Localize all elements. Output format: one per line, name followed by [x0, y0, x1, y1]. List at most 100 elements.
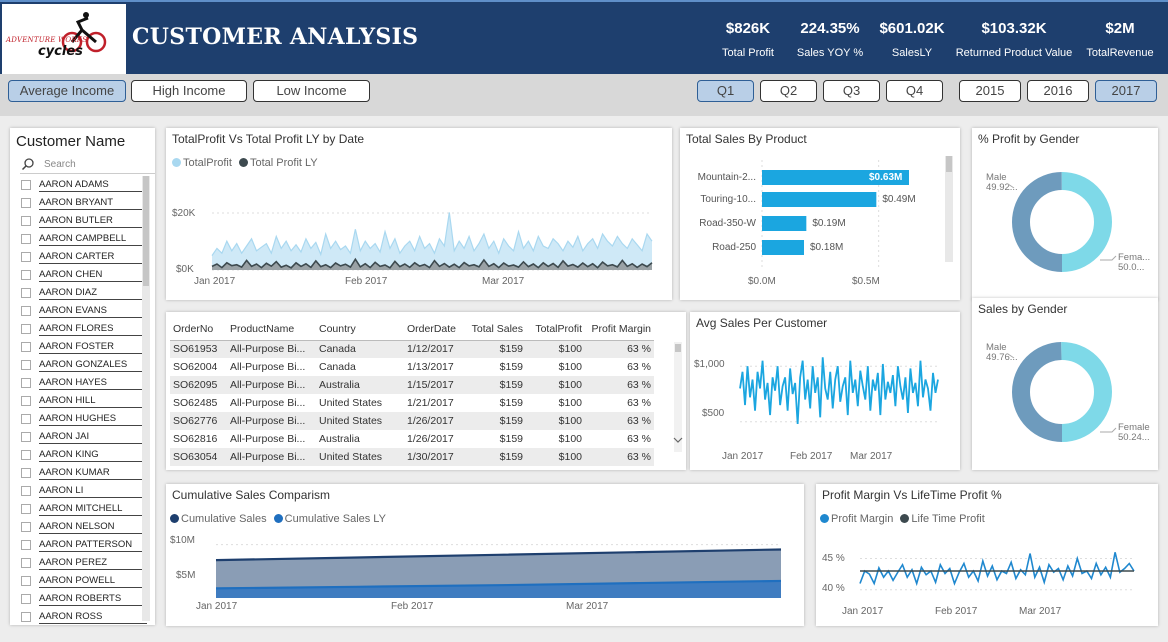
table-row[interactable]: SO63054 All-Purpose Bi... United States 1/3… [170, 448, 654, 466]
customer-list-item[interactable]: AARON JAI [10, 428, 155, 446]
customer-list-item[interactable]: AARON KING [10, 446, 155, 464]
table-row[interactable]: SO62816 All-Purpose Bi... Australia 1/26/20… [170, 430, 654, 448]
customer-checkbox[interactable] [21, 378, 31, 388]
customer-list-item[interactable]: AARON PEREZ [10, 554, 155, 572]
income-slicer-average[interactable]: Average Income [8, 80, 126, 102]
customer-list-item[interactable]: AARON PATTERSON [10, 536, 155, 554]
column-header[interactable]: Total Sales [466, 318, 526, 341]
customer-list-scrollbar[interactable] [142, 176, 150, 621]
customer-list-item[interactable]: AARON POWELL [10, 572, 155, 590]
customer-list-item[interactable]: AARON CARTER [10, 248, 155, 266]
scrollbar-thumb[interactable] [946, 156, 952, 172]
product-bar[interactable] [762, 192, 877, 207]
customer-checkbox[interactable] [21, 306, 31, 316]
quarter-slicer-q4[interactable]: Q4 [886, 80, 943, 102]
income-slicer-high[interactable]: High Income [131, 80, 247, 102]
table-cell: $159 [466, 412, 526, 430]
quarter-slicer-q1[interactable]: Q1 [697, 80, 754, 102]
customer-checkbox[interactable] [21, 396, 31, 406]
customer-list-item[interactable]: AARON EVANS [10, 302, 155, 320]
customer-list-item[interactable]: AARON HUGHES [10, 410, 155, 428]
customer-checkbox[interactable] [21, 522, 31, 532]
customer-checkbox[interactable] [21, 450, 31, 460]
table-cell: 63 % [627, 361, 651, 373]
column-header[interactable]: Profit Margin [585, 318, 654, 341]
table-row[interactable]: SO62485 All-Purpose Bi... United States 1/2… [170, 394, 654, 412]
customer-checkbox[interactable] [21, 252, 31, 262]
customer-list-item[interactable]: AARON MITCHELL [10, 500, 155, 518]
table-row[interactable]: SO61953 All-Purpose Bi... Canada 1/12/2017 $… [170, 340, 654, 358]
customer-list-item[interactable]: AARON FLORES [10, 320, 155, 338]
product-chart-scrollbar[interactable] [945, 156, 953, 262]
table-row[interactable]: SO62004 All-Purpose Bi... Canada 1/13/2017 $… [170, 358, 654, 376]
customer-checkbox[interactable] [21, 324, 31, 334]
column-header[interactable]: OrderDate [404, 318, 466, 341]
customer-list-item[interactable]: AARON ADAMS [10, 176, 155, 194]
customer-list-item[interactable]: AARON FOSTER [10, 338, 155, 356]
customer-list-item[interactable]: AARON LI [10, 482, 155, 500]
customer-checkbox[interactable] [21, 432, 31, 442]
customer-checkbox[interactable] [21, 504, 31, 514]
column-header[interactable]: ProductName [227, 318, 316, 341]
table-cell: All-Purpose Bi... [227, 340, 316, 358]
customer-checkbox[interactable] [21, 468, 31, 478]
quarter-slicer-q2[interactable]: Q2 [760, 80, 817, 102]
year-slicer-2017[interactable]: 2017 [1095, 80, 1157, 102]
customer-checkbox[interactable] [21, 342, 31, 352]
legend-dot-icon [170, 514, 179, 523]
customer-checkbox[interactable] [21, 180, 31, 190]
profit-chart-plot [211, 212, 653, 271]
column-header[interactable]: Country [316, 318, 404, 341]
table-cell: 63 % [585, 376, 654, 394]
quarter-slicer-q3[interactable]: Q3 [823, 80, 880, 102]
customer-checkbox[interactable] [21, 288, 31, 298]
profit-vs-ly-panel: TotalProfit Vs Total Profit LY by Date T… [166, 128, 672, 300]
customer-checkbox[interactable] [21, 360, 31, 370]
table-row[interactable]: SO62095 All-Purpose Bi... Australia 1/15/20… [170, 376, 654, 394]
customer-name: AARON MITCHELL [39, 503, 147, 516]
customer-list-item[interactable]: AARON GONZALES [10, 356, 155, 374]
customer-checkbox[interactable] [21, 540, 31, 550]
product-bar[interactable] [762, 240, 804, 255]
customer-checkbox[interactable] [21, 216, 31, 226]
customer-list-item[interactable]: AARON BRYANT [10, 194, 155, 212]
customer-checkbox[interactable] [21, 234, 31, 244]
customer-name: AARON POWELL [39, 575, 147, 588]
customer-list-item[interactable]: AARON NELSON [10, 518, 155, 536]
y-tick-label: 40 % [822, 583, 845, 594]
legend-label: Life Time Profit [911, 513, 985, 525]
product-bar[interactable] [762, 216, 807, 231]
customer-list-item[interactable]: AARON DIAZ [10, 284, 155, 302]
x-tick-label: Jan 2017 [194, 276, 236, 287]
customer-list-item[interactable]: AARON CHEN [10, 266, 155, 284]
scrollbar-thumb[interactable] [675, 344, 681, 352]
customer-list-item[interactable]: AARON BUTLER [10, 212, 155, 230]
customer-list-item[interactable]: AARON ROSS [10, 608, 155, 625]
customer-checkbox[interactable] [21, 576, 31, 586]
column-header[interactable]: TotalProfit [526, 318, 585, 341]
customer-list-item[interactable]: AARON CAMPBELL [10, 230, 155, 248]
customer-checkbox[interactable] [21, 486, 31, 496]
scroll-down-icon[interactable] [673, 436, 683, 444]
year-slicer-2016[interactable]: 2016 [1027, 80, 1089, 102]
scrollbar-thumb[interactable] [143, 176, 149, 286]
customer-checkbox[interactable] [21, 198, 31, 208]
column-header[interactable]: OrderNo [170, 318, 227, 341]
bar-category-label: Road-250 [712, 242, 756, 253]
customer-slicer-title: Customer Name [16, 133, 126, 150]
bar-category-label: Mountain-2... [697, 172, 756, 183]
table-row[interactable]: SO62776 All-Purpose Bi... United States 1/2… [170, 412, 654, 430]
customer-list-item[interactable]: AARON HILL [10, 392, 155, 410]
customer-checkbox[interactable] [21, 558, 31, 568]
income-slicer-low[interactable]: Low Income [253, 80, 370, 102]
year-slicer-2015[interactable]: 2015 [959, 80, 1021, 102]
customer-search-input[interactable]: Search [20, 156, 155, 174]
legend-label: Profit Margin [831, 513, 894, 525]
customer-checkbox[interactable] [21, 612, 31, 622]
customer-list-item[interactable]: AARON KUMAR [10, 464, 155, 482]
customer-checkbox[interactable] [21, 594, 31, 604]
customer-checkbox[interactable] [21, 270, 31, 280]
customer-checkbox[interactable] [21, 414, 31, 424]
customer-list-item[interactable]: AARON HAYES [10, 374, 155, 392]
customer-list-item[interactable]: AARON ROBERTS [10, 590, 155, 608]
